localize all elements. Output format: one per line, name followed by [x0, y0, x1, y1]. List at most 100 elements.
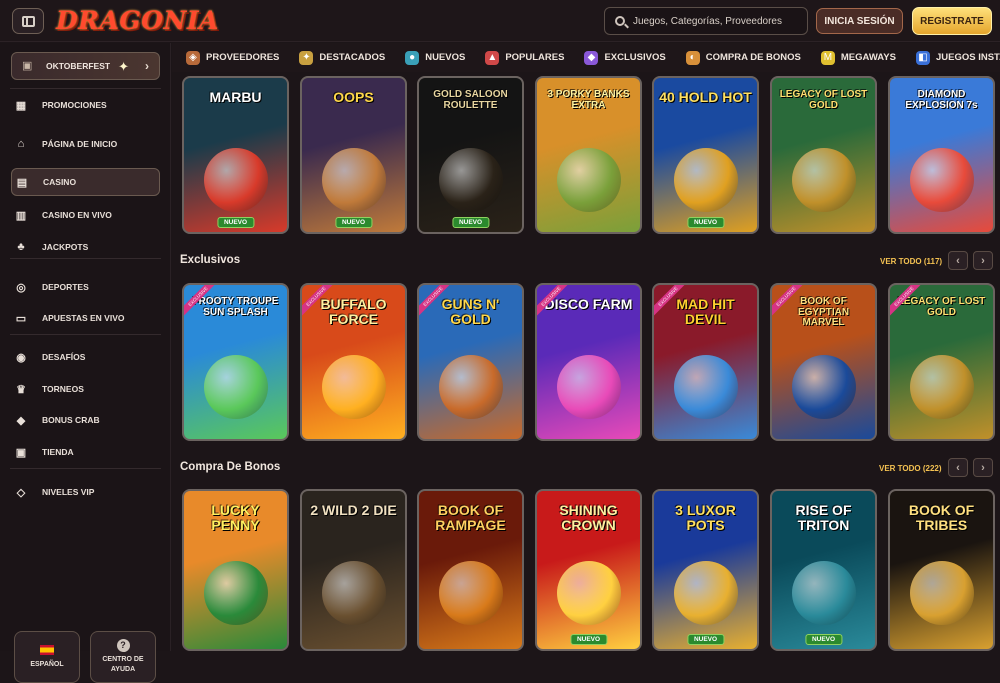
sidebar-item-bonus-crab[interactable]: ◆ BONUS CRAB [14, 410, 100, 430]
game-tile[interactable]: SHINING CROWN NUEVO [535, 489, 642, 651]
game-tile[interactable]: MAD HIT DEVIL EXCLUSIVE [652, 283, 759, 441]
help-center-button[interactable]: ? CENTRO DE AYUDA [90, 631, 156, 683]
cards-icon: ▤ [16, 176, 28, 189]
category-tab-proveedores[interactable]: ◈ PROVEEDORES [186, 50, 279, 65]
category-label: MEGAWAYS [840, 52, 896, 63]
game-tile[interactable]: BUFFALO FORCE EXCLUSIVE [300, 283, 407, 441]
category-label: JUEGOS INSTANTÁNEOS [935, 52, 1000, 63]
game-title: OOPS [333, 89, 374, 105]
language-label: ESPAÑOL [30, 660, 64, 668]
game-tile[interactable]: MARBU NUEVO [182, 76, 289, 234]
sidebar-item-promociones[interactable]: ▦ PROMOCIONES [14, 95, 107, 115]
sidebar-item-torneos[interactable]: ♛ TORNEOS [14, 379, 84, 399]
gem-icon: ◆ [584, 50, 599, 65]
game-artwork [909, 355, 974, 419]
scroll-right-bonus-button[interactable]: › [973, 458, 993, 477]
game-title: DIAMOND EXPLOSION 7s [905, 89, 978, 111]
game-artwork [556, 561, 621, 625]
new-badge: NUEVO [804, 634, 843, 645]
help-label-line1: CENTRO DE [102, 656, 144, 663]
scroll-left-bonus-button[interactable]: ‹ [948, 458, 968, 477]
game-tile[interactable]: LEGACY OF LOST GOLD [770, 76, 877, 234]
scroll-left-exclusive-button[interactable]: ‹ [948, 251, 968, 270]
sparkle-icon: ✦ [118, 59, 129, 74]
category-tab-nuevos[interactable]: ● NUEVOS [405, 50, 466, 65]
search-input[interactable]: Juegos, Categorías, Proveedores [604, 7, 808, 35]
sidebar-item-apuestas-en-vivo[interactable]: ▭ APUESTAS EN VIVO [14, 308, 125, 328]
category-bar: ◈ PROVEEDORES ✦ DESTACADOS ● NUEVOS ▲ POPULARES… [172, 43, 1000, 72]
see-all-bonus-buy-link[interactable]: VER TODO (222) [879, 464, 942, 473]
sidebar-item-tienda[interactable]: ▣ TIENDA [14, 442, 74, 462]
game-title: 3 PORKY BANKS EXTRA [547, 89, 630, 111]
category-tab-exclusivos[interactable]: ◆ EXCLUSIVOS [584, 50, 666, 65]
sidebar-item-casino-en-vivo[interactable]: ▥ CASINO EN VIVO [14, 205, 112, 225]
category-tab-megaways[interactable]: M MEGAWAYS [820, 50, 896, 65]
see-all-exclusive-link[interactable]: VER TODO (117) [880, 257, 942, 266]
sidebar: ▣ OKTOBERFEST ✦ › ▦ PROMOCIONES ⌂ PÁGINA DE… [0, 43, 171, 683]
sidebar-item-desafíos[interactable]: ◉ DESAFÍOS [14, 347, 85, 367]
game-tile[interactable]: GOLD SALOON ROULETTE NUEVO [417, 76, 524, 234]
game-artwork [673, 561, 738, 625]
game-artwork [203, 148, 268, 212]
game-artwork [321, 355, 386, 419]
scroll-right-exclusive-button[interactable]: › [973, 251, 993, 270]
promo-card-oktoberfest[interactable]: ▣ OKTOBERFEST ✦ › [11, 52, 160, 80]
game-tile[interactable]: 3 LUXOR POTS NUEVO [652, 489, 759, 651]
game-tile[interactable]: GUNS N' GOLD EXCLUSIVE [417, 283, 524, 441]
login-button[interactable]: INICIA SESIÓN [816, 8, 903, 34]
new-badge: NUEVO [334, 217, 373, 228]
category-label: POPULARES [505, 52, 565, 63]
game-tile[interactable]: OOPS NUEVO [300, 76, 407, 234]
category-tab-destacados[interactable]: ✦ DESTACADOS [299, 50, 385, 65]
game-artwork [673, 355, 738, 419]
game-tile[interactable]: 3 PORKY BANKS EXTRA [535, 76, 642, 234]
sidebar-item-jackpots[interactable]: ♣ JACKPOTS [14, 237, 88, 257]
divider [10, 258, 161, 259]
game-title: RISE OF TRITON [795, 502, 852, 533]
chevron-right-icon: › [145, 59, 149, 73]
logo[interactable]: DRAGONIA [56, 6, 219, 35]
sidebar-item-label: DEPORTES [42, 282, 89, 292]
game-tile[interactable]: BOOK OF TRIBES [888, 489, 995, 651]
sidebar-item-label: APUESTAS EN VIVO [42, 313, 125, 323]
game-tile[interactable]: BOOK OF RAMPAGE [417, 489, 524, 651]
sidebar-item-deportes[interactable]: ◎ DEPORTES [14, 277, 89, 297]
category-tab-populares[interactable]: ▲ POPULARES [485, 50, 565, 65]
category-tab-compra-de-bonos[interactable]: ◐ COMPRA DE BONOS [685, 50, 801, 65]
game-title: 3 LUXOR POTS [675, 502, 736, 533]
game-tile[interactable]: 40 HOLD HOT NUEVO [652, 76, 759, 234]
sidebar-item-casino[interactable]: ▤ CASINO [11, 168, 160, 196]
sidebar-item-label: DESAFÍOS [42, 352, 86, 362]
game-artwork [791, 561, 856, 625]
sidebar-item-niveles-vip[interactable]: ◇ NIVELES VIP [14, 482, 95, 502]
crab-icon: ◆ [16, 414, 26, 427]
language-button[interactable]: ESPAÑOL [14, 631, 80, 683]
game-tile[interactable]: BOOK OF EGYPTIAN MARVEL EXCLUSIVE [770, 283, 877, 441]
sidebar-item-label: JACKPOTS [42, 242, 89, 252]
sidebar-item-label: TIENDA [42, 447, 74, 457]
register-button[interactable]: REGISTRATE [912, 7, 992, 35]
sidebar-toggle-icon [21, 15, 35, 27]
category-label: NUEVOS [425, 52, 466, 63]
game-tile[interactable]: LUCKY PENNY [182, 489, 289, 651]
ball-icon: ◎ [16, 281, 26, 294]
diamond-icon: ◇ [16, 486, 26, 499]
help-icon: ? [116, 639, 130, 652]
game-title: 2 WILD 2 DIE [310, 502, 397, 518]
game-tile[interactable]: 2 WILD 2 DIE [300, 489, 407, 651]
chevron-right-icon: › [981, 254, 985, 267]
new-badge: NUEVO [686, 217, 725, 228]
game-tile[interactable]: FROOTY TROUPE SUN SPLASH EXCLUSIVE [182, 283, 289, 441]
game-tile[interactable]: DISCO FARM EXCLUSIVE [535, 283, 642, 441]
category-tab-juegos-instant-neos[interactable]: ◧ JUEGOS INSTANTÁNEOS [915, 50, 1000, 65]
game-artwork [203, 561, 268, 625]
clover-icon: ♣ [17, 241, 25, 253]
game-tile[interactable]: DIAMOND EXPLOSION 7s [888, 76, 995, 234]
sidebar-item-página-de-inicio[interactable]: ⌂ PÁGINA DE INICIO [14, 134, 118, 154]
game-tile[interactable]: LEGACY OF LOST GOLD EXCLUSIVE [888, 283, 995, 441]
sidebar-item-label: NIVELES VIP [42, 487, 95, 497]
game-tile[interactable]: RISE OF TRITON NUEVO [770, 489, 877, 651]
menu-toggle-button[interactable] [12, 8, 44, 34]
game-title: BUFFALO FORCE [320, 296, 387, 327]
live-icon: ▭ [15, 312, 27, 325]
